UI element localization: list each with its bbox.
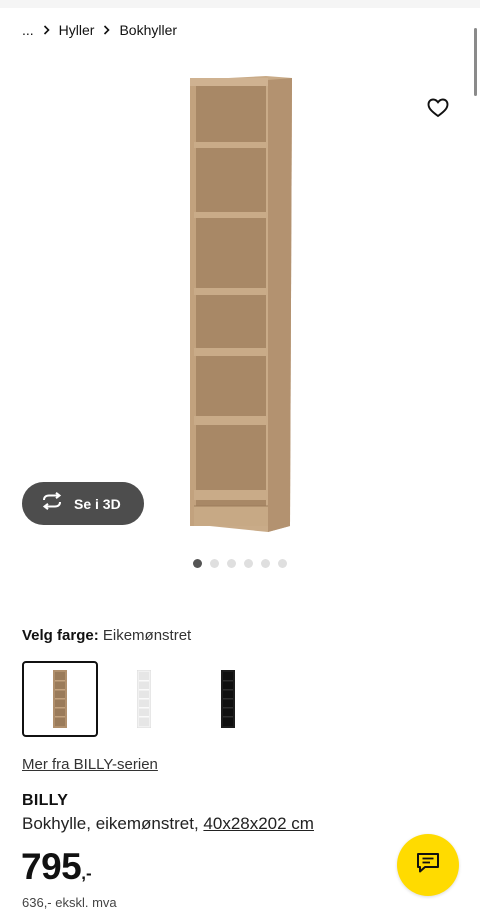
color-label: Velg farge:	[22, 627, 99, 644]
color-swatch-white[interactable]	[106, 661, 182, 737]
chat-button[interactable]	[397, 834, 459, 896]
gallery-pagination	[0, 559, 480, 568]
product-description: Bokhylle, eikemønstret, 40x28x202 cm	[22, 814, 314, 834]
breadcrumb-ellipsis[interactable]: ...	[22, 22, 34, 38]
product-image	[186, 76, 296, 541]
product-name: BILLY	[22, 792, 69, 809]
color-selector-label: Velg farge: Eikemønstret	[22, 627, 191, 644]
price-main: 795	[21, 846, 82, 887]
chevron-right-icon	[103, 25, 111, 35]
product-description-text: Bokhylle, eikemønstret,	[22, 814, 204, 833]
gallery-dot-1[interactable]	[193, 559, 202, 568]
color-value: Eikemønstret	[102, 627, 192, 644]
chevron-right-icon	[43, 25, 50, 35]
gallery-dot-2[interactable]	[210, 559, 219, 568]
heart-icon	[427, 98, 449, 123]
price-suffix: ,-	[81, 864, 92, 883]
gallery-dot-6[interactable]	[278, 559, 287, 568]
series-link[interactable]: Mer fra BILLY-serien	[22, 756, 158, 773]
product-size-link[interactable]: 40x28x202 cm	[203, 814, 314, 833]
product-image-gallery[interactable]	[0, 56, 480, 548]
favorite-button[interactable]	[418, 96, 458, 124]
chat-icon	[416, 852, 440, 879]
see-in-3d-button[interactable]: Se i 3D	[22, 482, 144, 525]
top-bar	[0, 0, 480, 8]
breadcrumb: ... Hyller Bokhyller	[22, 22, 177, 38]
color-swatch-black[interactable]	[190, 661, 266, 737]
color-swatches	[22, 661, 266, 737]
gallery-dot-5[interactable]	[261, 559, 270, 568]
see-in-3d-label: Se i 3D	[74, 495, 121, 512]
product-price: 795 ,-	[21, 848, 92, 885]
breadcrumb-item-hyller[interactable]: Hyller	[59, 22, 95, 38]
color-swatch-oak[interactable]	[22, 661, 98, 737]
gallery-dot-3[interactable]	[227, 559, 236, 568]
breadcrumb-item-bokhyller[interactable]: Bokhyller	[119, 22, 177, 38]
price-excl-vat: 636,- ekskl. mva	[22, 895, 117, 910]
rotate-3d-icon	[40, 492, 64, 515]
gallery-dot-4[interactable]	[244, 559, 253, 568]
